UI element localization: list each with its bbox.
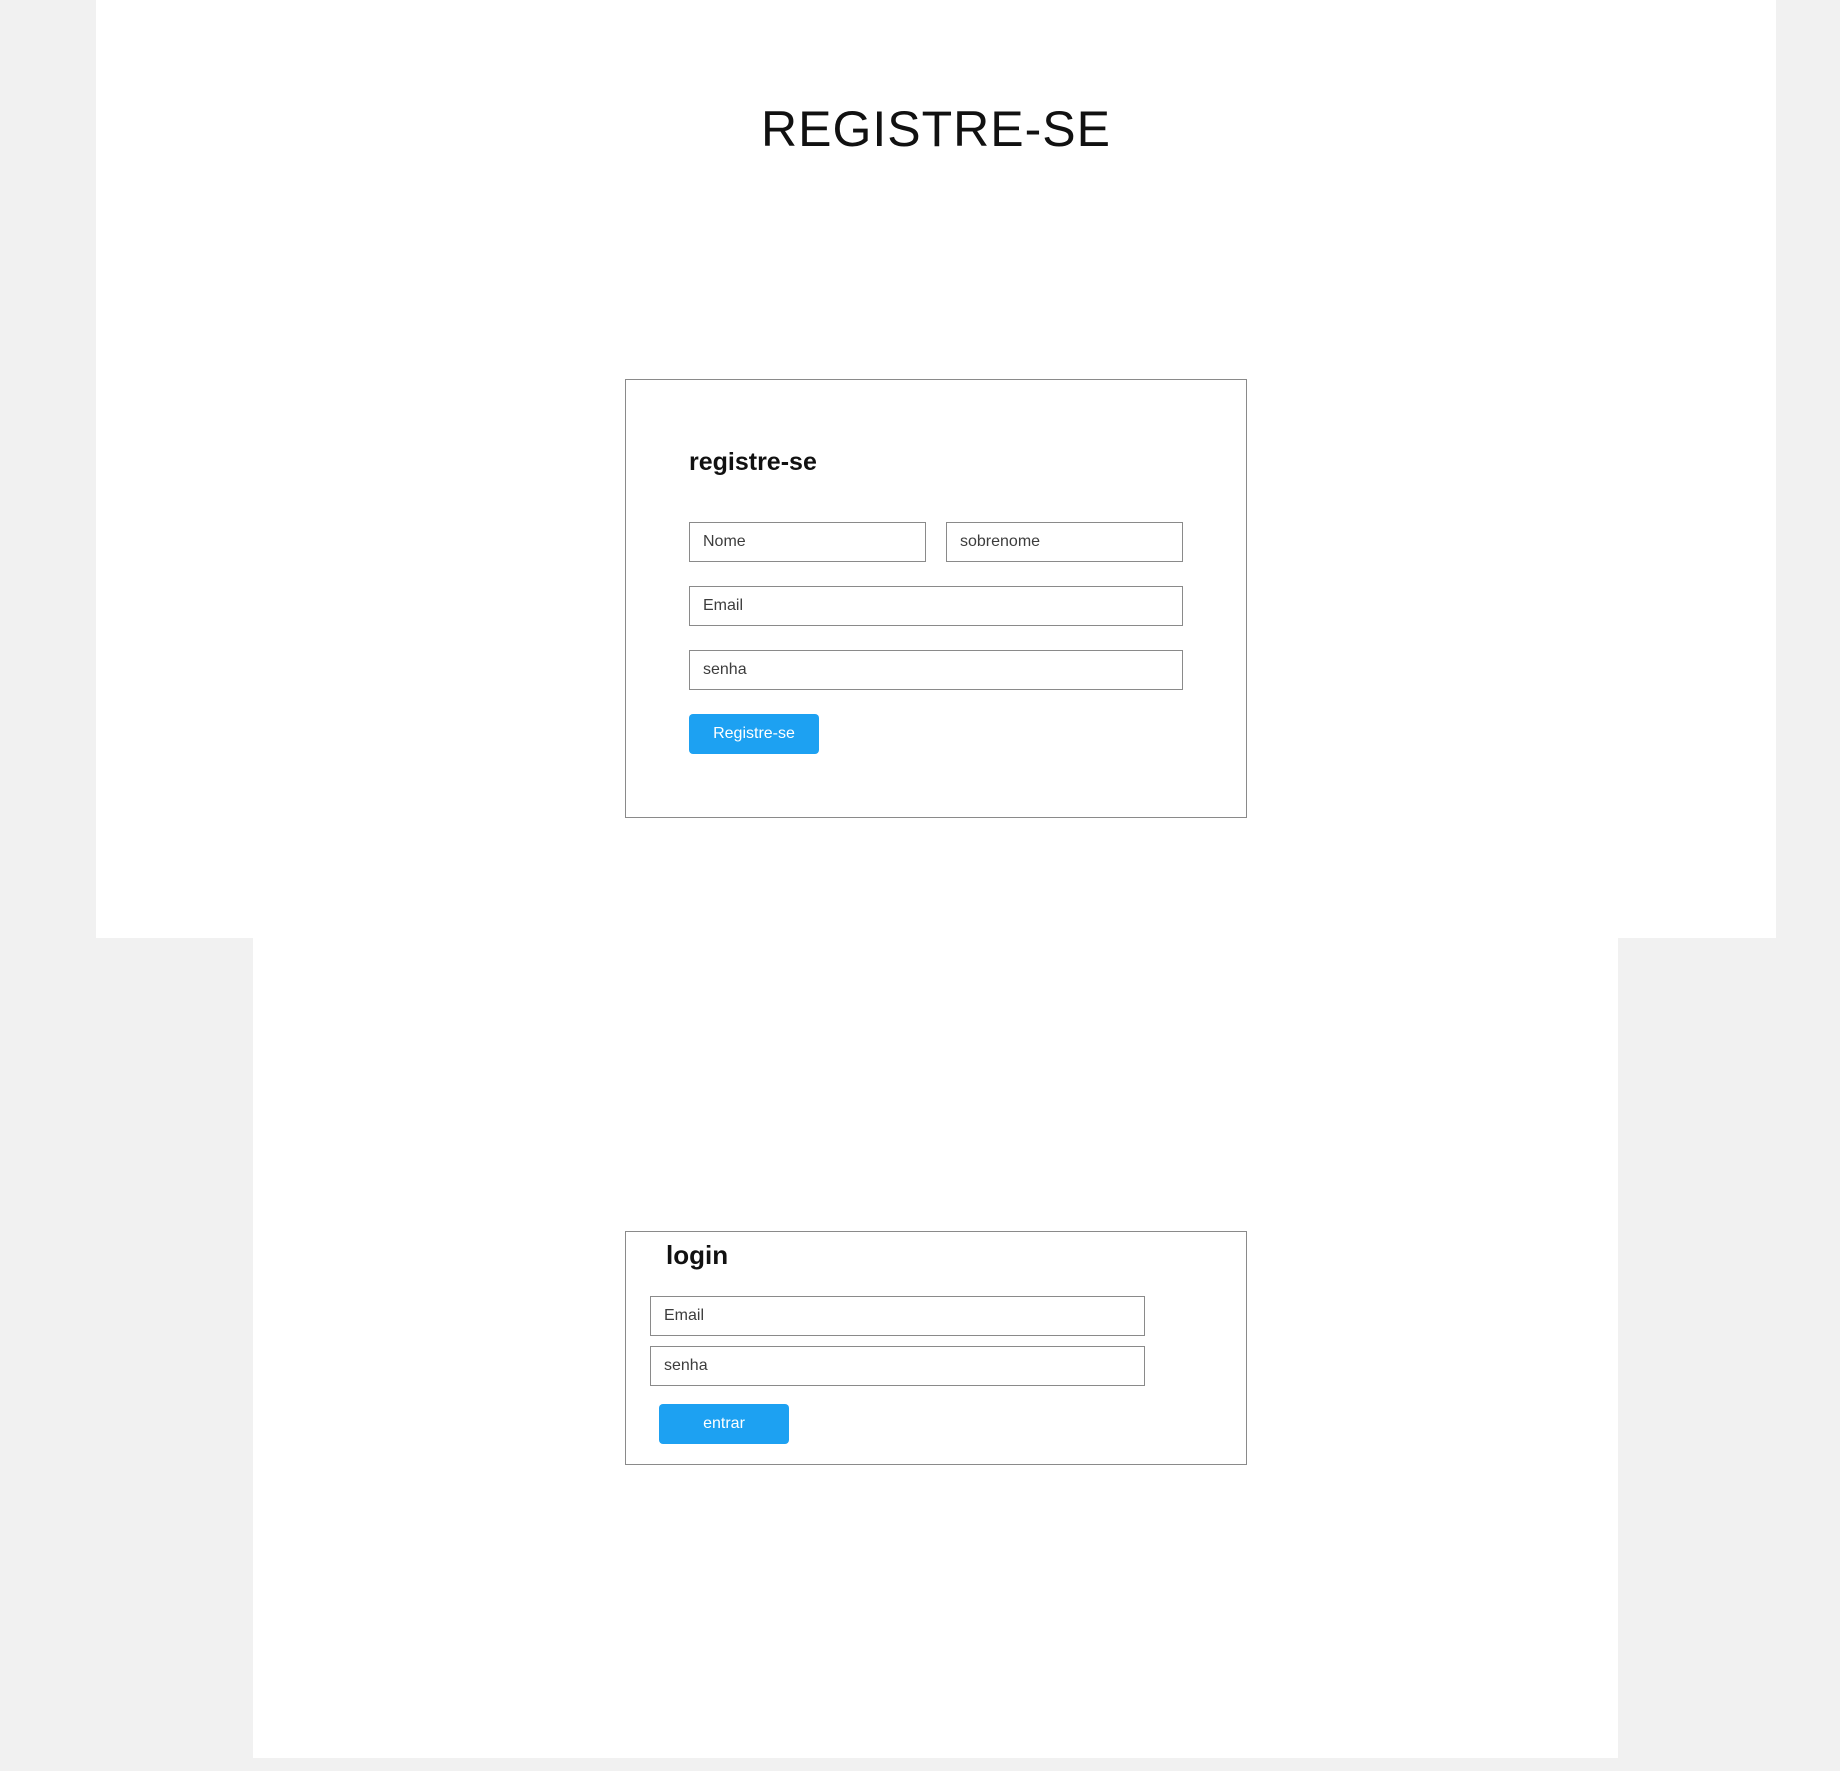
register-heading: registre-se xyxy=(689,448,817,476)
register-card: registre-se Registre-se xyxy=(625,379,1247,818)
register-email-input[interactable] xyxy=(689,586,1183,626)
register-password-input[interactable] xyxy=(689,650,1183,690)
register-button[interactable]: Registre-se xyxy=(689,714,819,754)
page-title: REGISTRE-SE xyxy=(761,101,1111,157)
login-button[interactable]: entrar xyxy=(659,1404,789,1444)
first-name-input[interactable] xyxy=(689,522,926,562)
login-heading: login xyxy=(666,1240,729,1270)
login-email-input[interactable] xyxy=(650,1296,1145,1336)
login-card: login entrar xyxy=(625,1231,1247,1465)
login-password-input[interactable] xyxy=(650,1346,1145,1386)
last-name-input[interactable] xyxy=(946,522,1183,562)
